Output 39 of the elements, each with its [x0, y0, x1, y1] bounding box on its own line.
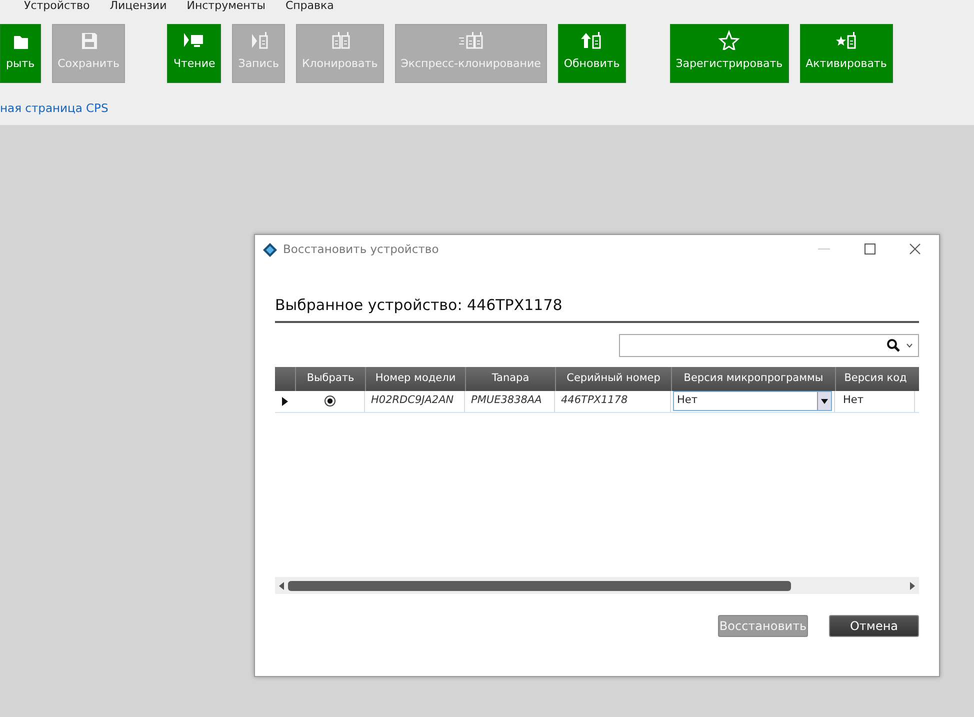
toolbar-button[interactable]: Обновить — [558, 24, 626, 83]
cancel-button[interactable]: Отмена — [829, 615, 919, 637]
maximize-icon[interactable] — [863, 242, 877, 256]
up-arrow-radio-icon — [580, 30, 604, 50]
column-header[interactable]: Серийный номер — [566, 370, 660, 386]
table-cell-text: Нет — [842, 393, 864, 408]
lines-and-radios-icon — [458, 30, 483, 50]
horizontal-scrollbar[interactable] — [275, 577, 919, 594]
table-cell-text: PMUE3838AA — [470, 393, 542, 408]
column-header[interactable]: Выбрать — [306, 370, 354, 386]
selected-device-heading: Выбранное устройство: 446TPX1178 — [275, 294, 919, 322]
scroll-left-icon[interactable] — [279, 582, 284, 590]
table-cell-text: H02RDC9JA2AN — [370, 393, 454, 408]
star-icon — [717, 30, 742, 50]
home-page-link[interactable]: ная страница CPS — [0, 100, 108, 118]
app-icon — [263, 243, 277, 257]
menu-item[interactable]: Справка — [285, 0, 334, 14]
menu-item[interactable]: Инструменты — [186, 0, 266, 14]
menu-item[interactable]: Лицензии — [110, 0, 167, 14]
close-icon[interactable] — [908, 242, 922, 256]
toolbar-button[interactable]: Активировать — [800, 24, 893, 83]
column-header[interactable]: Версия микропрограммы — [684, 370, 824, 386]
toolbar-button[interactable]: Зарегистрировать — [670, 24, 789, 83]
firmware-dropdown[interactable]: Нет — [673, 391, 832, 411]
star-radio-icon — [834, 30, 858, 50]
dialog-title: Восстановить устройство — [283, 241, 439, 258]
toolbar-button[interactable]: Чтение — [167, 24, 222, 83]
caret-icon — [906, 342, 913, 348]
column-header[interactable]: Номер модели — [375, 370, 456, 386]
scroll-right-icon[interactable] — [910, 582, 915, 590]
caret-icon — [821, 398, 828, 404]
search-icon — [887, 338, 900, 352]
radio-button[interactable] — [324, 395, 336, 407]
search-field[interactable] — [619, 334, 919, 356]
menu-item[interactable]: Устройство — [24, 0, 90, 14]
table-cell-text: 446TPX1178 — [560, 393, 628, 408]
toolbar-button[interactable]: рыть — [0, 24, 41, 83]
column-header[interactable]: Tanapa — [492, 370, 530, 386]
column-header[interactable]: Версия код — [844, 370, 907, 386]
